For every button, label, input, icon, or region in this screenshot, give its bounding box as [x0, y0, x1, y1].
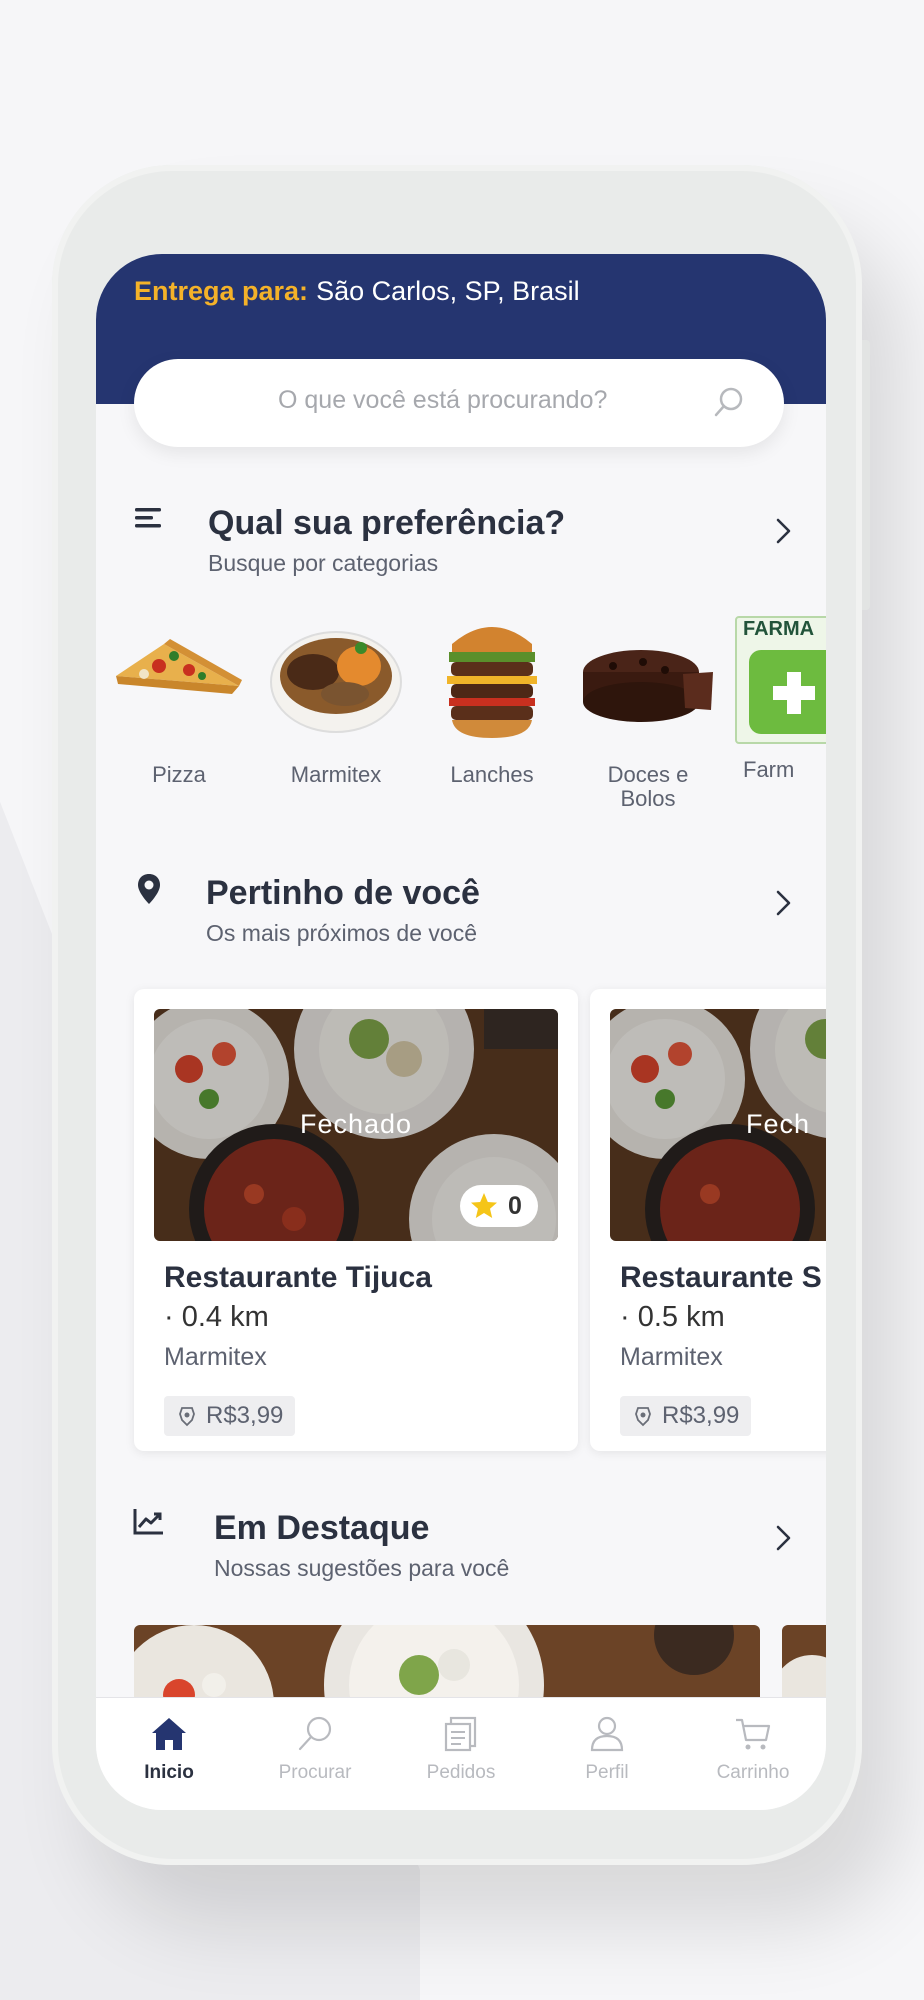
- home-icon: [152, 1718, 186, 1750]
- category-pizza[interactable]: Pizza: [104, 614, 254, 787]
- pharmacy-badge-text: FARMA: [743, 618, 815, 640]
- star-icon: [471, 1193, 497, 1218]
- location-pin-icon: [138, 874, 160, 904]
- search-icon: [298, 1716, 332, 1751]
- section-subtitle: Nossas sugestões para você: [214, 1555, 510, 1581]
- rating-value: 0: [508, 1192, 522, 1220]
- delivery-location: São Carlos, SP, Brasil: [316, 276, 580, 306]
- nearby-section-header[interactable]: Pertinho de você Os mais próximos de voc…: [96, 874, 826, 946]
- category-label-line2: Bolos: [620, 786, 676, 811]
- category-label: Doces e Bolos: [573, 763, 723, 811]
- delivery-fee-value: R$3,99: [206, 1402, 284, 1429]
- category-label: Farm: [743, 757, 795, 782]
- cart-icon: [736, 1718, 771, 1750]
- orders-icon: [444, 1716, 477, 1752]
- nav-label: Perfil: [585, 1762, 629, 1783]
- nav-item-procurar[interactable]: Procurar: [242, 1714, 388, 1784]
- delivery-motorcycle-icon: [635, 1407, 651, 1427]
- category-label: Lanches: [450, 762, 534, 787]
- restaurant-photo: Fech: [610, 1009, 826, 1241]
- cake-image: [583, 650, 713, 722]
- delivery-address[interactable]: Entrega para: São Carlos, SP, Brasil: [134, 276, 580, 307]
- nav-label: Pedidos: [426, 1762, 496, 1783]
- category-marmitex[interactable]: Marmitex: [261, 614, 411, 787]
- nav-label: Inicio: [144, 1762, 194, 1783]
- section-title: Pertinho de você: [206, 874, 480, 912]
- featured-photo-image: [134, 1625, 760, 1705]
- nav-item-perfil[interactable]: Perfil: [534, 1714, 680, 1784]
- trending-chart-icon: [133, 1509, 163, 1535]
- section-subtitle: Os mais próximos de você: [206, 920, 477, 946]
- restaurant-distance: · 0.4 km: [164, 1301, 269, 1333]
- category-doces-bolos[interactable]: Doces e Bolos: [573, 614, 723, 811]
- section-subtitle: Busque por categorias: [208, 550, 439, 576]
- section-title: Qual sua preferência?: [208, 504, 566, 542]
- nav-item-pedidos[interactable]: Pedidos: [388, 1714, 534, 1784]
- category-label: Pizza: [152, 762, 206, 787]
- featured-section-header[interactable]: Em Destaque Nossas sugestões para você: [96, 1509, 826, 1581]
- rating-badge: 0: [460, 1185, 538, 1227]
- category-label: Marmitex: [290, 762, 382, 787]
- bottom-navigation: Inicio Procurar Pedidos Perfil Carrinho: [96, 1697, 826, 1810]
- list-icon: [135, 508, 161, 528]
- chevron-right-icon[interactable]: [770, 1521, 796, 1555]
- closed-status: Fech: [746, 1109, 811, 1139]
- delivery-fee-badge: R$3,99: [164, 1396, 296, 1436]
- chevron-right-icon[interactable]: [770, 514, 796, 548]
- marmitex-image: [270, 631, 402, 733]
- restaurant-category: Marmitex: [164, 1343, 267, 1371]
- delivery-fee-badge: R$3,99: [620, 1396, 752, 1436]
- nav-item-inicio[interactable]: Inicio: [96, 1714, 242, 1784]
- featured-card[interactable]: [782, 1625, 826, 1705]
- burger-image: [447, 627, 537, 738]
- user-icon: [590, 1716, 624, 1752]
- restaurant-card[interactable]: Fechado 0 Restaurante Tijuca · 0.4 km Ma…: [134, 989, 578, 1451]
- nav-label: Procurar: [278, 1762, 352, 1783]
- category-farmacia[interactable]: FARMA Farm: [729, 614, 826, 782]
- chevron-right-icon[interactable]: [770, 886, 796, 920]
- restaurant-category: Marmitex: [620, 1343, 723, 1371]
- phone-side-button: [862, 340, 870, 610]
- category-lanches[interactable]: Lanches: [417, 614, 567, 787]
- delivery-motorcycle-icon: [179, 1407, 195, 1427]
- category-label-line1: Doces e: [607, 762, 689, 787]
- pizza-image: [116, 639, 242, 694]
- delivery-label: Entrega para:: [134, 276, 309, 306]
- search-input[interactable]: O que você está procurando?: [278, 386, 607, 415]
- closed-status: Fechado: [299, 1109, 413, 1139]
- nav-label: Carrinho: [716, 1762, 790, 1783]
- categories-section-header[interactable]: Qual sua preferência? Busque por categor…: [96, 504, 826, 576]
- nav-item-carrinho[interactable]: Carrinho: [680, 1714, 826, 1784]
- pharmacy-image: FARMA: [729, 614, 826, 744]
- restaurant-name: Restaurante Tijuca: [164, 1261, 432, 1294]
- restaurant-photo: Fechado 0: [154, 1009, 558, 1241]
- delivery-fee-value: R$3,99: [662, 1402, 740, 1429]
- restaurant-distance: · 0.5 km: [620, 1301, 725, 1333]
- featured-photo-image: [782, 1625, 826, 1705]
- search-bar[interactable]: O que você está procurando?: [134, 359, 784, 447]
- app-screen: Entrega para: São Carlos, SP, Brasil O qu…: [96, 254, 826, 1810]
- featured-card[interactable]: [134, 1625, 760, 1705]
- section-title: Em Destaque: [214, 1509, 430, 1547]
- restaurant-name: Restaurante S: [620, 1261, 822, 1294]
- restaurant-card[interactable]: Fech Restaurante S · 0.5 km Marmitex R$3…: [590, 989, 826, 1451]
- search-icon[interactable]: [712, 385, 746, 419]
